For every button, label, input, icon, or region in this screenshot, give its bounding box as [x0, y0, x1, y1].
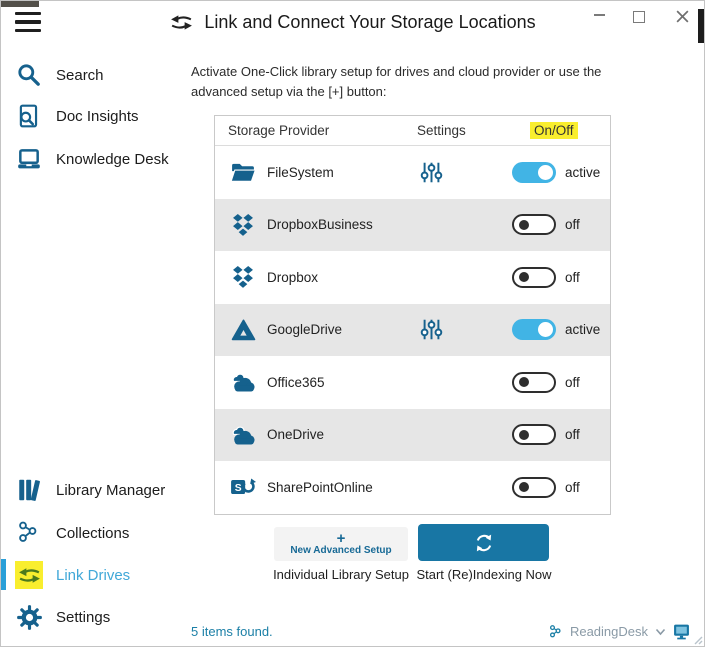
- sidebar-item-library-manager[interactable]: Library Manager: [15, 476, 165, 504]
- selected-item-indicator: [1, 559, 6, 590]
- resize-grip[interactable]: [692, 634, 703, 645]
- sidebar-label: Search: [56, 66, 104, 84]
- items-found-status: 5 items found.: [191, 624, 273, 639]
- provider-name: FileSystem: [267, 164, 334, 180]
- storage-table-body: FileSystem active DropboxBusiness off Dr…: [215, 146, 610, 514]
- toggle-state-label: off: [565, 269, 580, 285]
- statusbar-right: ReadingDesk: [549, 623, 690, 640]
- screenshot-artifact-topleft: [1, 1, 39, 7]
- toggle-state-label: active: [565, 322, 601, 338]
- dropbox-icon: [228, 212, 258, 238]
- toggle-wrap: off: [512, 214, 610, 236]
- search-icon: [15, 61, 43, 89]
- toggle-wrap: active: [512, 319, 610, 341]
- sidebar-label: Library Manager: [56, 481, 166, 499]
- app-window: Link and Connect Your Storage Locations …: [0, 0, 705, 647]
- close-button[interactable]: [671, 7, 693, 25]
- toggle-state-label: active: [565, 164, 601, 180]
- provider-name: SharePointOnline: [267, 479, 373, 495]
- sharepoint-icon: S: [228, 474, 258, 500]
- cloud-icon: [228, 422, 258, 448]
- table-row: DropboxBusiness off: [215, 198, 610, 251]
- sidebar-item-settings[interactable]: Settings: [15, 603, 110, 631]
- row-toggle[interactable]: [512, 371, 556, 393]
- sidebar-label: Settings: [56, 608, 111, 626]
- start-reindexing-button[interactable]: [418, 524, 549, 561]
- svg-text:S: S: [235, 483, 242, 494]
- sidebar-item-search[interactable]: Search: [15, 61, 104, 89]
- provider-name: DropboxBusiness: [267, 217, 373, 233]
- refresh-icon: [473, 532, 495, 554]
- screenshot-artifact-topright: [698, 9, 704, 43]
- provider-name: GoogleDrive: [267, 322, 343, 338]
- sliders-icon[interactable]: [420, 161, 443, 184]
- toggle-state-label: off: [565, 374, 580, 390]
- row-toggle[interactable]: [512, 476, 556, 498]
- storage-provider-table: Storage Provider Settings On/Off FileSys…: [214, 115, 611, 515]
- sliders-icon[interactable]: [420, 318, 443, 341]
- knowledge-desk-icon: [15, 145, 43, 173]
- toggle-wrap: off: [512, 476, 610, 498]
- sidebar-label: Collections: [56, 524, 130, 542]
- toggle-wrap: off: [512, 424, 610, 446]
- row-toggle[interactable]: [512, 214, 556, 236]
- toggle-state-label: off: [565, 479, 580, 495]
- filesystem-icon: [228, 159, 258, 185]
- table-header-row: Storage Provider Settings On/Off: [215, 116, 610, 146]
- dropbox-icon: [228, 264, 258, 290]
- header-storage-provider: Storage Provider: [228, 123, 330, 138]
- instruction-text: Activate One-Click library setup for dri…: [191, 64, 602, 99]
- cloud-icon: [228, 369, 258, 395]
- header-settings: Settings: [417, 123, 466, 138]
- toggle-wrap: active: [512, 161, 610, 183]
- row-toggle[interactable]: [512, 266, 556, 288]
- sidebar-item-doc-insights[interactable]: Doc Insights: [15, 102, 139, 130]
- row-toggle[interactable]: [512, 424, 556, 446]
- header-onoff-highlighted: On/Off: [530, 122, 578, 139]
- library-manager-icon: [15, 476, 43, 504]
- new-advanced-setup-label: New Advanced Setup: [290, 545, 392, 556]
- toggle-state-label: off: [565, 217, 580, 233]
- titlebar: Link and Connect Your Storage Locations: [81, 12, 624, 33]
- provider-name: Office365: [267, 374, 325, 390]
- toggle-state-label: off: [565, 427, 580, 443]
- sidebar-item-knowledge-desk[interactable]: Knowledge Desk: [15, 145, 169, 173]
- new-advanced-setup-button[interactable]: + New Advanced Setup: [274, 527, 408, 561]
- link-drives-icon: [15, 561, 43, 589]
- sidebar-label: Link Drives: [56, 566, 131, 584]
- googledrive-icon: [228, 317, 258, 343]
- toggle-wrap: off: [512, 371, 610, 393]
- app-name-label: ReadingDesk: [569, 624, 648, 639]
- maximize-button[interactable]: [629, 9, 649, 25]
- hamburger-menu-icon[interactable]: [15, 12, 41, 32]
- table-row: S SharePointOnline off: [215, 461, 610, 514]
- table-row: GoogleDrive active: [215, 303, 610, 356]
- page-title: Link and Connect Your Storage Locations: [204, 12, 536, 32]
- collections-icon: [15, 519, 43, 547]
- toggle-wrap: off: [512, 266, 610, 288]
- table-row: Dropbox off: [215, 251, 610, 304]
- chevron-down-icon[interactable]: [655, 628, 666, 636]
- provider-name: Dropbox: [267, 269, 319, 285]
- sidebar-label: Doc Insights: [56, 107, 139, 125]
- sidebar-item-collections[interactable]: Collections: [15, 519, 129, 547]
- sidebar-label: Knowledge Desk: [56, 150, 169, 168]
- start-reindexing-caption: Start (Re)Indexing Now: [416, 567, 552, 582]
- table-row: FileSystem active: [215, 146, 610, 199]
- plus-icon: +: [336, 530, 346, 547]
- monitor-icon[interactable]: [673, 623, 690, 640]
- minimize-button[interactable]: [587, 5, 611, 25]
- gear-icon: [15, 603, 43, 631]
- share-nodes-icon: [549, 624, 563, 639]
- provider-name: OneDrive: [267, 427, 325, 443]
- row-toggle[interactable]: [512, 319, 556, 341]
- table-row: Office365 off: [215, 356, 610, 409]
- sidebar-item-link-drives[interactable]: Link Drives: [15, 561, 130, 589]
- doc-insights-icon: [15, 102, 43, 130]
- link-arrows-icon: [169, 14, 194, 31]
- table-row: OneDrive off: [215, 408, 610, 461]
- row-toggle[interactable]: [512, 161, 556, 183]
